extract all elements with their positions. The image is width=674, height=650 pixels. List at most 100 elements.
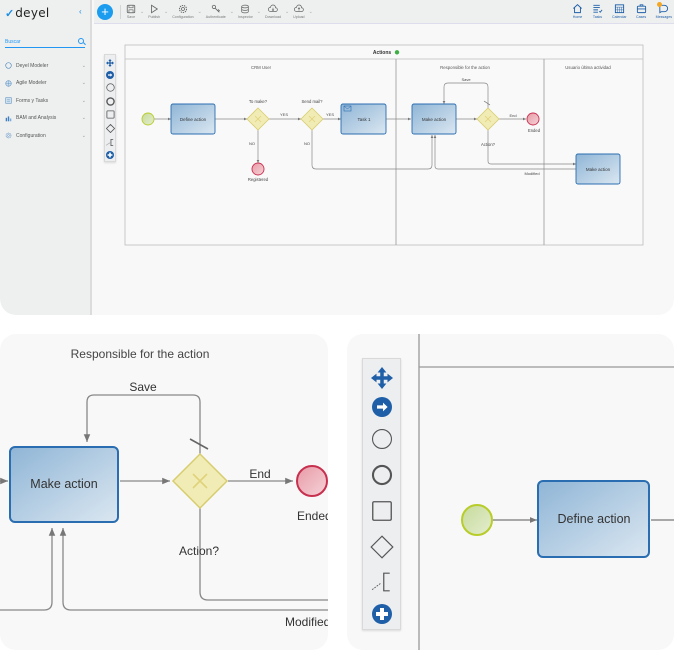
- start-event[interactable]: [141, 112, 155, 126]
- home-button[interactable]: Home: [572, 3, 583, 19]
- logo-icon: ✓: [5, 7, 15, 20]
- globe-icon: [4, 79, 12, 87]
- home-label: Home: [572, 15, 583, 19]
- chevron-down-icon: ⌄: [81, 62, 86, 69]
- toolbar: + Save ⌄ Publish ⌄ Configuration ⌄ Authe…: [94, 0, 674, 24]
- chevron-down-icon[interactable]: ⌄: [140, 9, 144, 15]
- download-label: Download: [264, 15, 281, 19]
- tasks-button[interactable]: Tasks: [592, 3, 603, 19]
- lane-title-last-user: Usuario última actividad: [565, 65, 611, 70]
- flow-save[interactable]: [83, 394, 201, 454]
- pool[interactable]: Actions CRM User Responsible for the act…: [124, 44, 644, 246]
- flow-label-no: NO: [304, 141, 310, 146]
- more-tools[interactable]: [371, 600, 392, 629]
- key-icon: [211, 4, 220, 13]
- task-define-action[interactable]: Define action: [537, 480, 650, 558]
- inspector-button[interactable]: Inspector ⌄: [238, 4, 261, 19]
- chevron-down-icon[interactable]: ⌄: [257, 9, 261, 15]
- event-label: Ended: [297, 509, 328, 523]
- chevron-down-icon[interactable]: ⌄: [309, 9, 313, 15]
- layers-icon: [241, 4, 250, 14]
- lane-title-crm-user: CRM User: [251, 65, 272, 70]
- chevron-down-icon: ⌄: [81, 115, 86, 122]
- search-field[interactable]: [5, 36, 85, 48]
- calendar-button[interactable]: Calendar: [612, 3, 627, 19]
- upload-button[interactable]: Upload ⌄: [293, 4, 313, 19]
- bar-chart-icon: [4, 114, 12, 122]
- task-make-action[interactable]: Make action: [9, 446, 119, 523]
- flow-label-save: Save: [129, 380, 157, 394]
- chevron-down-icon[interactable]: ⌄: [230, 9, 234, 15]
- flow-label-yes: YES: [326, 112, 334, 117]
- annotation-icon: [371, 572, 390, 592]
- start-event-tool[interactable]: [371, 421, 393, 456]
- status-dot: [394, 50, 400, 55]
- gateway-label: Action?: [179, 544, 219, 558]
- search-icon[interactable]: [78, 38, 85, 45]
- chevron-down-icon: ⌄: [81, 80, 86, 87]
- logo: ✓ deyel: [5, 6, 50, 20]
- cases-button[interactable]: Cases: [636, 3, 647, 19]
- flow-sendmail-no[interactable]: [0, 528, 56, 611]
- add-button[interactable]: +: [97, 3, 113, 20]
- chevron-down-icon[interactable]: ⌄: [198, 9, 202, 15]
- sidebar-item-label: BAM and Analysis: [16, 115, 57, 122]
- sidebar-item-forms-tasks[interactable]: Forms y Tasks ⌄: [4, 92, 86, 110]
- download-button[interactable]: Download ⌄: [265, 4, 289, 19]
- calendar-icon: [614, 4, 624, 14]
- annotation-tool[interactable]: [371, 565, 393, 600]
- more-icon: [371, 604, 392, 625]
- inspector-label: Inspector: [237, 15, 253, 19]
- authenticate-button[interactable]: Authenticate ⌄: [206, 4, 234, 19]
- chevron-down-icon[interactable]: ⌄: [285, 9, 289, 15]
- task-label: Task 1: [357, 117, 371, 122]
- save-icon: [126, 4, 136, 14]
- sidebar-item-label: Forms y Tasks: [16, 97, 49, 104]
- task-define-action[interactable]: Define action: [170, 103, 216, 135]
- task-label: Define action: [180, 117, 207, 122]
- search-input[interactable]: [5, 38, 65, 45]
- sidebar-item-agile-modeler[interactable]: Agile Modeler ⌄: [4, 75, 86, 93]
- save-button[interactable]: Save ⌄: [126, 4, 144, 19]
- gateway-tool[interactable]: [369, 529, 394, 565]
- task-make-action[interactable]: Make action: [411, 103, 457, 135]
- chevron-down-icon[interactable]: ⌄: [164, 9, 168, 15]
- sidebar-item-label: Configuration: [16, 132, 46, 139]
- collapse-sidebar-button[interactable]: ‹: [79, 7, 82, 16]
- upload-label: Upload: [293, 15, 305, 19]
- configuration-button[interactable]: Configuration ⌄: [172, 4, 202, 19]
- start-event[interactable]: [461, 504, 493, 536]
- sidebar: ✓ deyel ‹ Deyel Modeler ⌄ Agile Modeler …: [0, 0, 92, 315]
- diagram-canvas[interactable]: Actions CRM User Responsible for the act…: [94, 25, 674, 315]
- move-tool[interactable]: [370, 363, 393, 392]
- connect-arrow-icon: [371, 396, 392, 417]
- messages-button[interactable]: Messages: [656, 2, 672, 19]
- sidebar-item-bam-analysis[interactable]: BAM and Analysis ⌄: [4, 110, 86, 128]
- publish-button[interactable]: Publish ⌄: [148, 4, 168, 19]
- end-event-ended[interactable]: Ended: [296, 465, 328, 523]
- event-label: Ended: [528, 128, 541, 133]
- notification-badge: [656, 2, 662, 7]
- chevron-down-icon: ⌄: [81, 97, 86, 104]
- task-make-action-last-user[interactable]: Make action: [575, 153, 621, 185]
- default-flow-marker: [189, 438, 209, 450]
- bpmn-diagram[interactable]: Actions CRM User Responsible for the act…: [94, 25, 674, 315]
- task-1[interactable]: Task 1: [340, 103, 387, 135]
- sidebar-item-deyel-modeler[interactable]: Deyel Modeler ⌄: [4, 57, 86, 75]
- sidebar-item-configuration[interactable]: Configuration ⌄: [4, 127, 86, 145]
- app-window: ✓ deyel ‹ Deyel Modeler ⌄ Agile Modeler …: [0, 0, 674, 315]
- connect-tool[interactable]: [371, 392, 392, 421]
- gear-icon: [178, 5, 187, 13]
- flow-label-end: End: [509, 113, 516, 118]
- end-event-tool[interactable]: [371, 457, 393, 493]
- home-icon: [573, 4, 582, 14]
- calendar-label: Calendar: [612, 15, 627, 19]
- flow-label-end: End: [249, 467, 270, 481]
- zoomed-diagram[interactable]: Responsible for the action Make action A…: [0, 334, 328, 650]
- task-label: Make action: [422, 117, 447, 122]
- save-label: Save: [126, 15, 136, 19]
- task-tool[interactable]: [371, 493, 393, 529]
- gear-icon: [4, 132, 12, 140]
- flow-modified[interactable]: [59, 528, 328, 611]
- tool-palette: [362, 358, 401, 630]
